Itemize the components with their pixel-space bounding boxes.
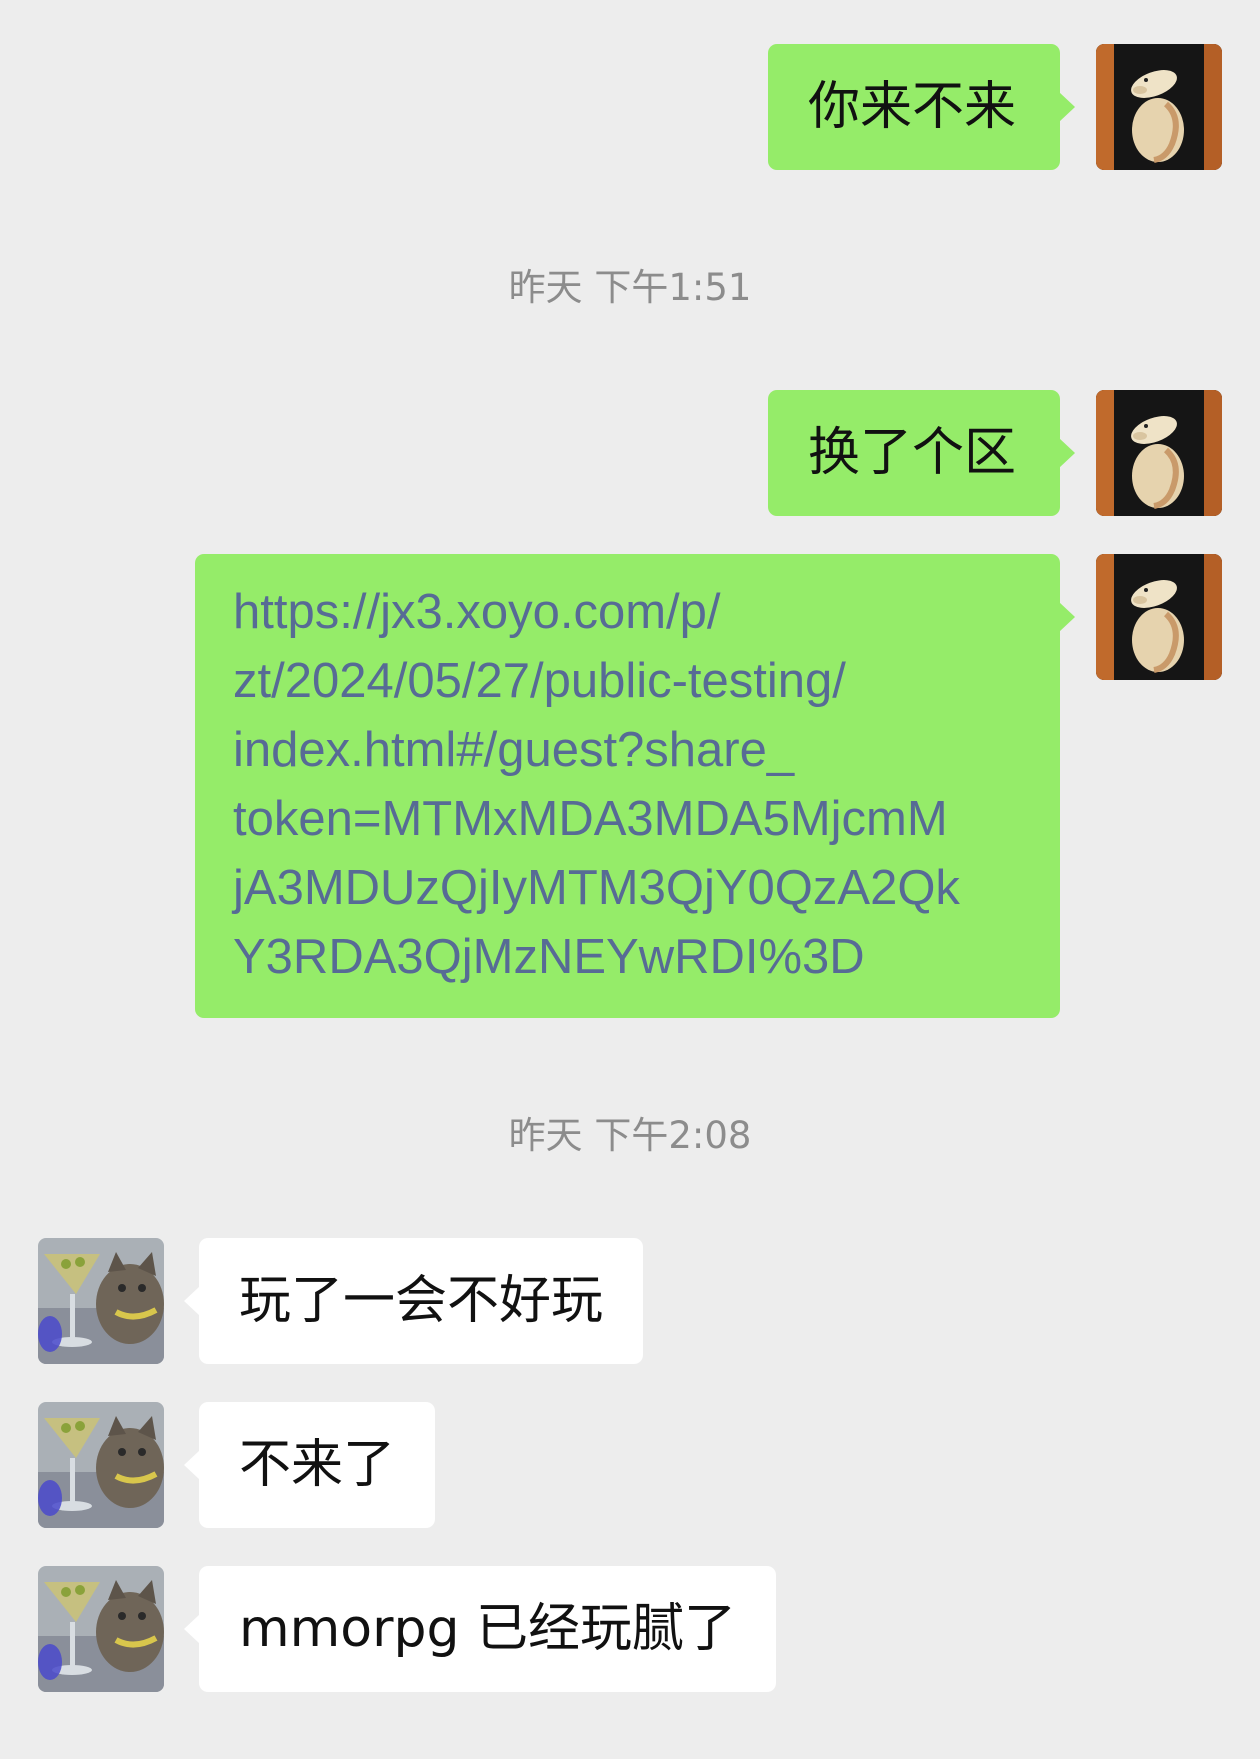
message-bubble-incoming[interactable]: 不来了 bbox=[183, 1402, 436, 1528]
link-line[interactable]: jA3MDUzQjIyMTM3QjY0QzA2Qk bbox=[233, 854, 1028, 923]
message-bubble-outgoing-link[interactable]: https://jx3.xoyo.com/p/ zt/2024/05/27/pu… bbox=[195, 554, 1075, 1018]
message-bubble-incoming[interactable]: mmorpg 已经玩腻了 bbox=[183, 1566, 777, 1692]
link-line[interactable]: zt/2024/05/27/public-testing/ bbox=[233, 647, 1028, 716]
lamb-portrait-avatar-image bbox=[1096, 390, 1222, 516]
timestamp: 昨天 下午2:08 bbox=[508, 1114, 752, 1157]
self-avatar[interactable] bbox=[1096, 44, 1222, 170]
contact-avatar[interactable] bbox=[38, 1566, 164, 1692]
message-bubble-outgoing[interactable]: 换了个区 bbox=[768, 390, 1075, 516]
link-line[interactable]: index.html#/guest?share_ bbox=[233, 716, 1028, 785]
lamb-portrait-avatar-image bbox=[1096, 554, 1222, 680]
link-line[interactable]: Y3RDA3QjMzNEYwRDI%3D bbox=[233, 923, 1028, 992]
cat-martini-avatar-image bbox=[38, 1566, 164, 1692]
link-line[interactable]: token=MTMxMDA3MDA5MjcmM bbox=[233, 785, 1028, 854]
timestamp: 昨天 下午1:51 bbox=[508, 266, 752, 309]
cat-martini-avatar-image bbox=[38, 1402, 164, 1528]
contact-avatar[interactable] bbox=[38, 1402, 164, 1528]
self-avatar[interactable] bbox=[1096, 554, 1222, 680]
lamb-portrait-avatar-image bbox=[1096, 44, 1222, 170]
message-bubble-incoming[interactable]: 玩了一会不好玩 bbox=[183, 1238, 644, 1364]
message-text: 不来了 bbox=[239, 1435, 396, 1495]
message-text: 换了个区 bbox=[808, 423, 1017, 483]
cat-martini-avatar-image bbox=[38, 1238, 164, 1364]
message-text: mmorpg 已经玩腻了 bbox=[239, 1599, 737, 1659]
message-text: 你来不来 bbox=[808, 77, 1017, 137]
message-bubble-outgoing[interactable]: 你来不来 bbox=[768, 44, 1075, 170]
link-line[interactable]: https://jx3.xoyo.com/p/ bbox=[233, 578, 1028, 647]
self-avatar[interactable] bbox=[1096, 390, 1222, 516]
message-text: 玩了一会不好玩 bbox=[239, 1271, 604, 1331]
contact-avatar[interactable] bbox=[38, 1238, 164, 1364]
